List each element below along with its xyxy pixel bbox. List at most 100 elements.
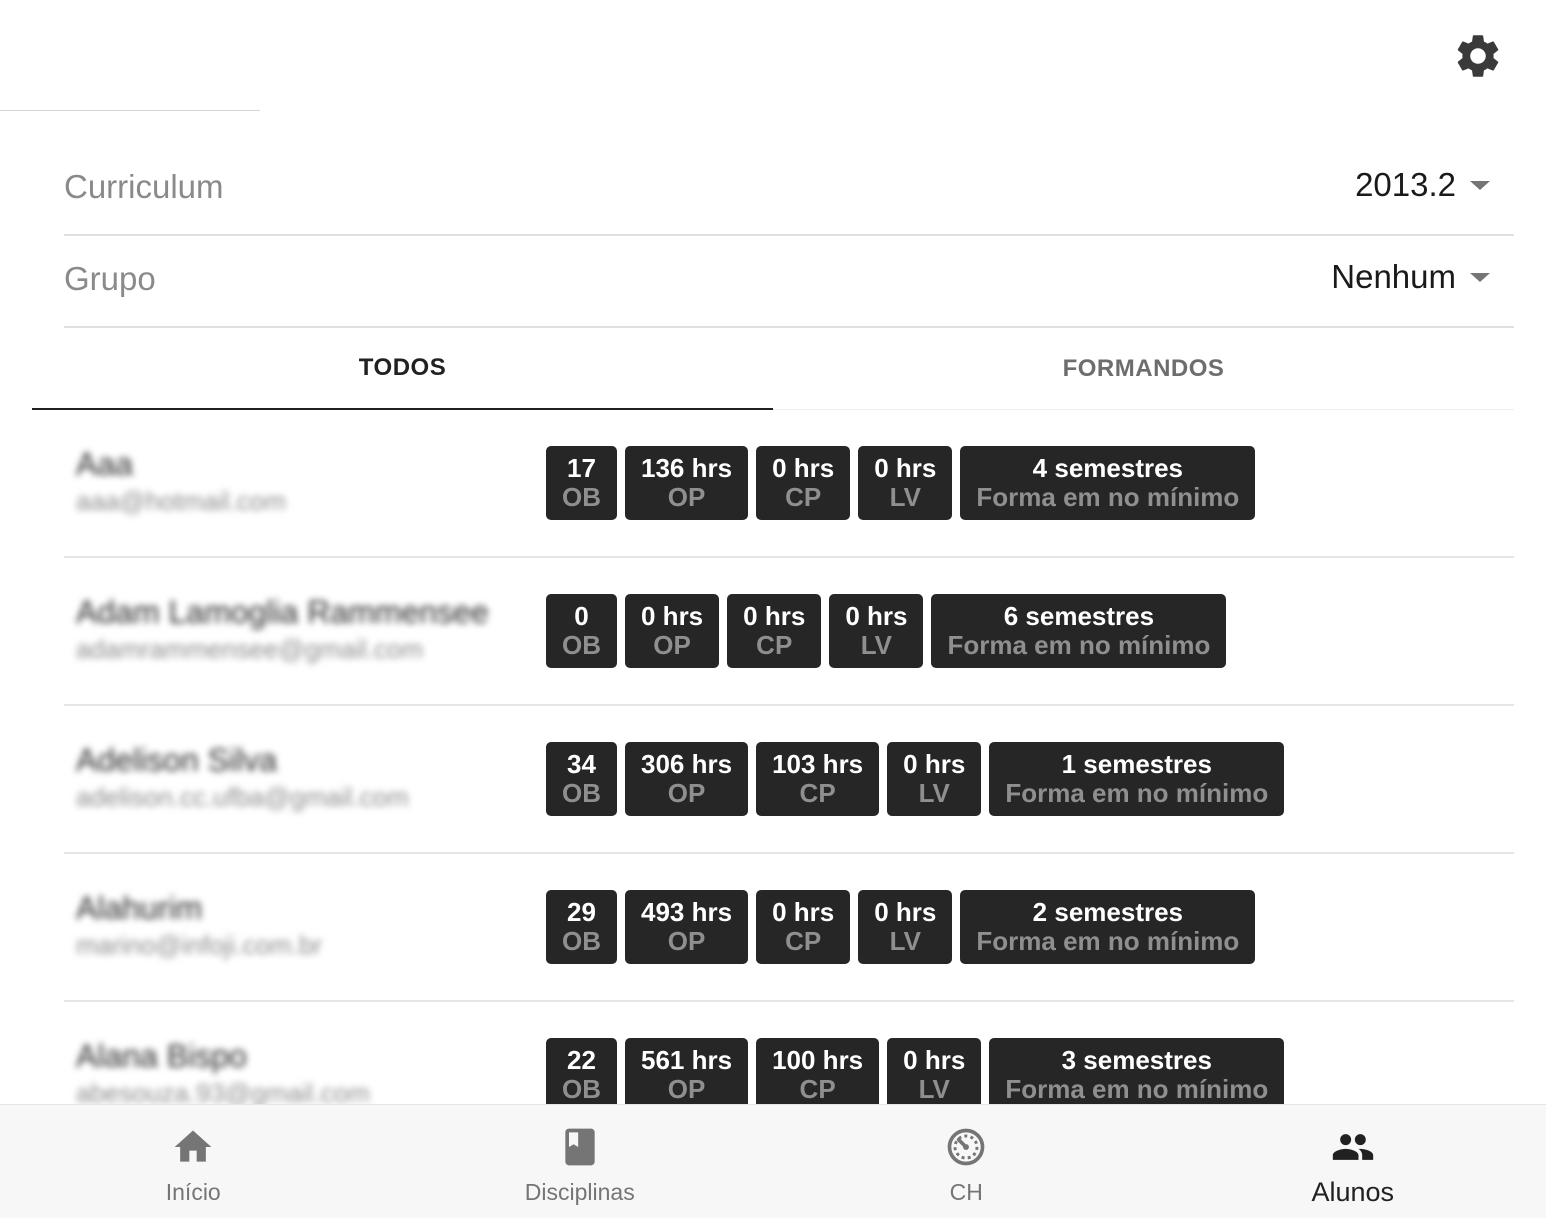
badge-group: 29 OB 493 hrs OP 0 hrs CP 0 hrs LV 2 semestres Fo… [546,890,1263,964]
student-email: adamrammensee@gmail.com [76,634,424,664]
stat-badge: 0 hrs OP [625,594,720,668]
stat-badge: 0 OB [546,594,617,668]
gear-icon[interactable] [1452,30,1504,82]
stat-badge: 136 hrs OP [625,446,749,520]
curriculum-field: Curriculum 2013.2 [64,144,1514,236]
top-bar-divider [0,110,260,111]
badge-label: Forma em no mínimo [947,630,1211,660]
stat-badge: 0 hrs LV [887,1038,982,1104]
grupo-value: Nenhum [1331,258,1456,295]
list-item[interactable]: Aaa aaa@hotmail.com 17 OB 136 hrs OP 0 hrs CP 0 … [64,410,1514,558]
badge-label: LV [860,630,893,660]
curriculum-value: 2013.2 [1355,166,1456,203]
badge-value: 4 semestres [1032,453,1184,483]
badge-value: 0 [574,601,589,631]
stat-badge: 561 hrs OP [625,1038,749,1104]
home-icon [174,1130,212,1162]
grupo-label: Grupo [64,260,156,297]
student-name: Aaa [76,446,133,482]
stat-badge: 6 semestres Forma em no mínimo [931,594,1227,668]
badge-label: OB [562,926,601,956]
badge-value: 17 [567,453,596,483]
badge-value: 561 hrs [641,1045,733,1075]
list-item[interactable]: Alana Bispo abesouza.93@gmail.com 22 OB 561 … [64,1002,1514,1104]
badge-label: OP [667,778,706,808]
nav-label-disciplinas: Disciplinas [524,1179,635,1205]
badge-value: 0 hrs [845,601,908,631]
badge-value: 100 hrs [772,1045,864,1075]
badge-group: 34 OB 306 hrs OP 103 hrs CP 0 hrs LV 1 semestres… [546,742,1292,816]
curriculum-label: Curriculum [64,168,224,205]
stat-badge: 2 semestres Forma em no mínimo [960,890,1256,964]
top-bar [0,0,1546,112]
stat-badge: 1 semestres Forma em no mínimo [989,742,1285,816]
tab-todos[interactable]: TODOS [32,328,773,410]
stat-badge: 0 hrs LV [887,742,982,816]
badge-group: 17 OB 136 hrs OP 0 hrs CP 0 hrs LV 4 semestres Fo… [546,446,1263,520]
book-icon [565,1128,595,1166]
badge-label: OP [667,1074,706,1104]
nav-label-inicio: Início [165,1179,221,1205]
badge-label: Forma em no mínimo [976,926,1240,956]
tab-bar: TODOS FORMANDOS [32,328,1514,410]
nav-inicio[interactable]: Início [0,1105,387,1218]
badge-label: CP [799,1074,836,1104]
stat-badge: 0 hrs LV [858,446,953,520]
badge-value: 0 hrs [772,453,835,483]
student-email: aaa@hotmail.com [76,486,286,516]
badge-label: Forma em no mínimo [1005,1074,1269,1104]
badge-label: LV [918,778,950,808]
badge-label: OP [667,926,706,956]
badge-value: 136 hrs [641,453,733,483]
student-name: Adam Lamoglia Rammensee [76,594,489,630]
nav-label-alunos: Alunos [1311,1177,1395,1207]
badge-value: 2 semestres [1032,897,1184,927]
student-name: Alana Bispo [76,1038,247,1074]
nav-label-ch: CH [949,1179,983,1205]
badge-value: 103 hrs [772,749,864,779]
chevron-down-icon [1470,272,1490,282]
stat-badge: 4 semestres Forma em no mínimo [960,446,1256,520]
badge-value: 1 semestres [1061,749,1212,779]
badge-label: OP [667,482,706,512]
bottom-navigation: Início Disciplinas CH Alunos [0,1104,1546,1218]
nav-disciplinas[interactable]: Disciplinas [387,1105,774,1218]
student-email: marino@infoji.com.br [76,930,323,960]
people-icon [1332,1134,1373,1160]
badge-value: 0 hrs [743,601,806,631]
grupo-field: Grupo Nenhum [64,236,1514,328]
list-item[interactable]: Adam Lamoglia Rammensee adamrammensee@gma… [64,558,1514,706]
badge-label: LV [889,482,921,512]
grupo-select[interactable]: Nenhum [1331,258,1490,296]
badge-label: OB [562,778,601,808]
list-item[interactable]: Adelison Silva adelison.cc.ufba@gmail.com… [64,706,1514,854]
timer-icon [947,1128,985,1166]
badge-label: OB [562,1074,601,1104]
badge-value: 0 hrs [772,897,835,927]
curriculum-select[interactable]: 2013.2 [1355,166,1490,204]
list-item[interactable]: Alahurim marino@infoji.com.br 29 OB 493 hrs O… [64,854,1514,1002]
badge-value: 22 [567,1045,596,1075]
badge-label: CP [799,778,836,808]
badge-value: 0 hrs [874,453,937,483]
stat-badge: 22 OB [546,1038,617,1104]
badge-value: 34 [567,749,596,779]
chevron-down-icon [1470,180,1490,190]
nav-alunos[interactable]: Alunos [1160,1105,1546,1218]
badge-value: 6 semestres [1003,601,1155,631]
stat-badge: 34 OB [546,742,617,816]
student-name: Adelison Silva [76,742,277,778]
badge-group: 0 OB 0 hrs OP 0 hrs CP 0 hrs LV 6 semestres Forma… [546,594,1234,668]
badge-value: 0 hrs [903,749,966,779]
badge-label: CP [785,926,822,956]
stat-badge: 103 hrs CP [756,742,880,816]
badge-label: Forma em no mínimo [1005,778,1269,808]
nav-ch[interactable]: CH [773,1105,1160,1218]
student-email: abesouza.93@gmail.com [76,1078,370,1104]
stat-badge: 0 hrs LV [858,890,953,964]
stat-badge: 100 hrs CP [756,1038,880,1104]
tab-formandos[interactable]: FORMANDOS [773,328,1514,410]
stat-badge: 493 hrs OP [625,890,749,964]
badge-value: 0 hrs [874,897,937,927]
badge-value: 0 hrs [641,601,704,631]
